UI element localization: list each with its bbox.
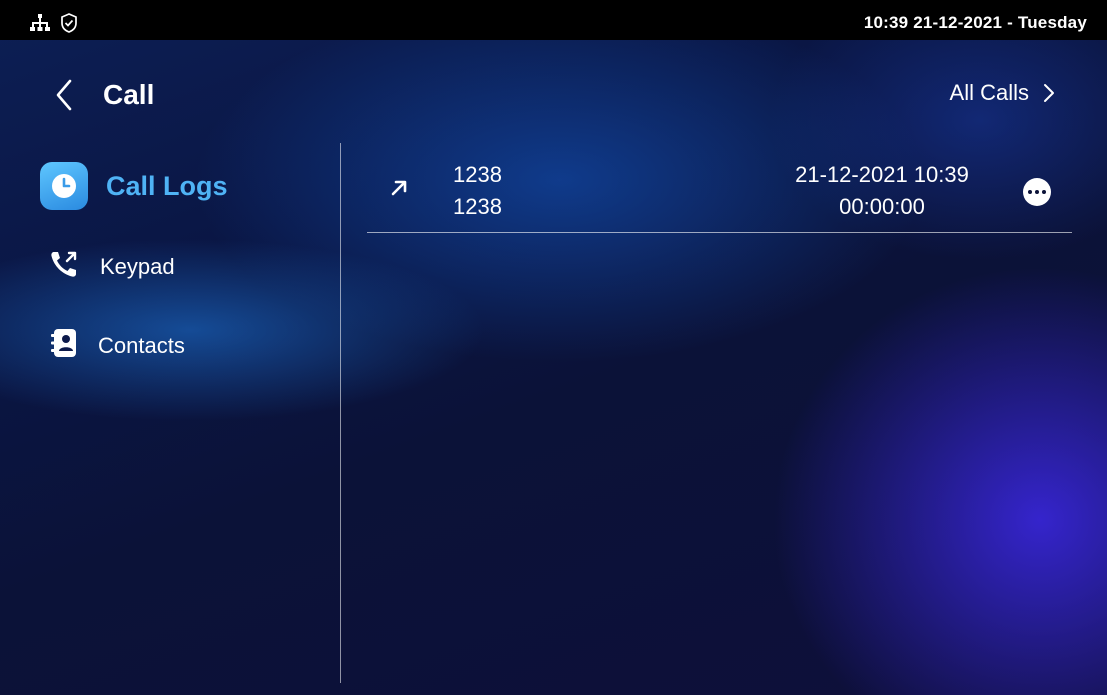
- more-options-button[interactable]: [1023, 178, 1051, 206]
- chevron-left-icon: [56, 79, 72, 111]
- more-dot: [1028, 190, 1032, 194]
- call-name: 1238: [453, 162, 502, 187]
- contact-book-icon: [50, 328, 78, 363]
- sidebar-item-label: Keypad: [100, 253, 175, 279]
- more-dot: [1035, 190, 1039, 194]
- call-number: 1238: [453, 194, 502, 219]
- chevron-right-icon: [1044, 84, 1054, 102]
- all-calls-button[interactable]: All Calls: [950, 80, 1055, 106]
- shield-check-icon: [60, 13, 78, 38]
- status-bar: 10:39 21-12-2021 - Tuesday: [0, 0, 1107, 40]
- sidebar-item-call-logs[interactable]: Call Logs: [40, 162, 228, 210]
- call-log-row[interactable]: 1238 1238 21-12-2021 10:39 00:00:00: [367, 150, 1072, 233]
- outgoing-call-arrow-icon: [389, 178, 409, 203]
- phone-outgoing-icon: [48, 248, 80, 285]
- header: Call All Calls: [0, 70, 1107, 120]
- status-datetime: 10:39 21-12-2021 - Tuesday: [863, 13, 1087, 32]
- call-datetime: 21-12-2021 10:39: [795, 162, 969, 187]
- call-log-list: 1238 1238 21-12-2021 10:39 00:00:00: [367, 150, 1072, 233]
- sidebar-item-contacts[interactable]: Contacts: [50, 328, 185, 363]
- network-icon: [30, 14, 50, 37]
- page-title: Call: [103, 79, 155, 110]
- all-calls-label: All Calls: [949, 80, 1029, 105]
- back-button[interactable]: [52, 75, 76, 115]
- more-dot: [1042, 190, 1046, 194]
- status-icons: [30, 13, 78, 38]
- sidebar-item-label: Contacts: [98, 332, 185, 358]
- call-duration: 00:00:00: [839, 194, 925, 219]
- sidebar-divider: [340, 143, 341, 683]
- clock-icon: [40, 162, 88, 210]
- sidebar-item-label: Call Logs: [106, 170, 228, 201]
- sidebar-item-keypad[interactable]: Keypad: [48, 248, 175, 285]
